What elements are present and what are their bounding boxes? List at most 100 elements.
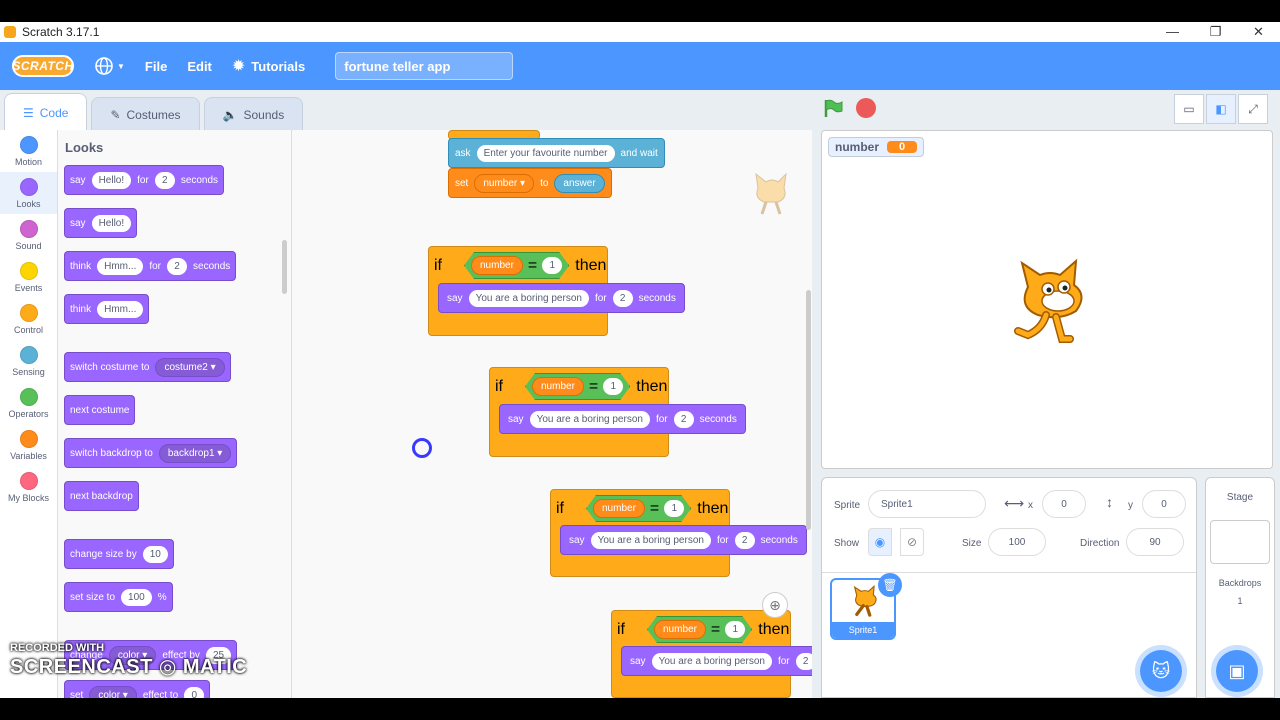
block-number-input[interactable]: 2 xyxy=(167,257,188,275)
language-menu[interactable]: ▼ xyxy=(94,56,125,76)
x-position-input[interactable]: 0 xyxy=(1042,490,1086,518)
set-size-block[interactable]: set size to 100 % xyxy=(64,582,173,612)
block-number-input[interactable]: 2 xyxy=(612,289,633,307)
tab-sounds[interactable]: 🔈 Sounds xyxy=(203,97,304,131)
effect-dropdown[interactable]: color ▾ xyxy=(89,685,137,698)
category-control[interactable]: Control xyxy=(0,298,57,340)
block-number-input[interactable]: 1 xyxy=(725,621,745,638)
costume-dropdown[interactable]: costume2 ▾ xyxy=(155,357,225,377)
block-text-input[interactable]: Hmm... xyxy=(97,257,144,275)
operators-dot-icon xyxy=(19,387,38,406)
show-sprite-button[interactable]: ◉ xyxy=(868,528,892,556)
set-variable-block[interactable]: set number ▾ to answer xyxy=(448,168,612,198)
ask-prompt-input[interactable]: Enter your favourite number xyxy=(476,144,615,162)
fullscreen-button[interactable]: ⤢ xyxy=(1238,94,1268,124)
block-text: and wait xyxy=(620,147,658,159)
equals-operator[interactable]: number = 1 xyxy=(464,252,569,279)
block-text-input[interactable]: You are a boring person xyxy=(468,289,589,307)
stage-canvas[interactable]: number 0 xyxy=(821,130,1273,469)
close-button[interactable]: ✕ xyxy=(1237,24,1280,40)
change-size-block[interactable]: change size by 10 xyxy=(64,539,174,569)
block-number-input[interactable]: 1 xyxy=(603,378,623,395)
block-number-input[interactable]: 2 xyxy=(673,410,694,428)
block-number-input[interactable]: 100 xyxy=(121,588,152,606)
switch-costume-block[interactable]: switch costume to costume2 ▾ xyxy=(64,352,231,382)
stop-button[interactable] xyxy=(856,98,876,118)
y-position-input[interactable]: 0 xyxy=(1142,490,1186,518)
block-text-input[interactable]: Hello! xyxy=(91,214,132,232)
hide-sprite-button[interactable]: ⊘ xyxy=(900,528,924,556)
say-for-seconds-block[interactable]: say You are a boring person for 2 xyxy=(621,646,812,676)
block-text-input[interactable]: You are a boring person xyxy=(529,410,650,428)
stage-thumbnail[interactable] xyxy=(1210,520,1270,564)
next-backdrop-block[interactable]: next backdrop xyxy=(64,481,139,511)
set-effect-block[interactable]: set color ▾ effect to 0 xyxy=(64,680,211,698)
ask-and-wait-block[interactable]: ask Enter your favourite number and wait xyxy=(448,138,665,168)
category-sound[interactable]: Sound xyxy=(0,214,57,256)
category-variables[interactable]: Variables xyxy=(0,424,57,466)
scratch-cat-sprite-icon[interactable] xyxy=(998,249,1098,349)
category-motion[interactable]: Motion xyxy=(0,130,57,172)
delete-sprite-button[interactable]: 🗑 xyxy=(878,573,902,597)
next-costume-block[interactable]: next costume xyxy=(64,395,136,425)
equals-operator[interactable]: number = 1 xyxy=(586,495,691,522)
category-events[interactable]: Events xyxy=(0,256,57,298)
block-number-input[interactable]: 0 xyxy=(184,686,205,698)
maximize-button[interactable]: ❐ xyxy=(1194,24,1237,40)
say-for-seconds-block[interactable]: say You are a boring person for 2 second… xyxy=(438,283,685,313)
say-block[interactable]: say Hello! xyxy=(64,208,138,238)
direction-input[interactable]: 90 xyxy=(1126,528,1184,556)
scratch-logo[interactable]: SCRATCH xyxy=(12,55,74,77)
switch-backdrop-block[interactable]: switch backdrop to backdrop1 ▾ xyxy=(64,438,238,468)
block-text-input[interactable]: You are a boring person xyxy=(651,652,772,670)
think-block[interactable]: think Hmm... xyxy=(64,294,150,324)
block-text-input[interactable]: You are a boring person xyxy=(590,531,711,549)
code-workspace[interactable]: ask Enter your favourite number and wait… xyxy=(292,130,812,698)
category-sensing[interactable]: Sensing xyxy=(0,340,57,382)
zoom-in-button[interactable]: ⊕ xyxy=(762,592,788,618)
number-variable-reporter[interactable]: number xyxy=(654,620,706,639)
block-text-input[interactable]: Hmm... xyxy=(97,300,144,318)
block-text: change size by xyxy=(70,548,137,560)
tab-code[interactable]: ☰ Code xyxy=(4,93,88,131)
number-variable-reporter[interactable]: number xyxy=(593,499,645,518)
say-for-seconds-block[interactable]: say Hello! for 2 seconds xyxy=(64,165,225,195)
block-number-input[interactable]: 10 xyxy=(142,545,168,563)
variable-monitor[interactable]: number 0 xyxy=(828,137,925,157)
backdrop-dropdown[interactable]: backdrop1 ▾ xyxy=(158,443,232,463)
think-for-seconds-block[interactable]: think Hmm... for 2 seconds xyxy=(64,251,237,281)
edit-menu[interactable]: Edit xyxy=(187,59,212,74)
category-operators[interactable]: Operators xyxy=(0,382,57,424)
block-number-input[interactable]: 2 xyxy=(734,531,755,549)
number-variable-reporter[interactable]: number xyxy=(532,377,584,396)
block-number-input[interactable]: 1 xyxy=(542,257,562,274)
category-my-blocks[interactable]: My Blocks xyxy=(0,466,57,508)
block-number-input[interactable]: 2 xyxy=(154,171,175,189)
answer-reporter[interactable]: answer xyxy=(554,173,605,193)
say-for-seconds-block[interactable]: say You are a boring person for 2 second… xyxy=(499,404,746,434)
tutorials-menu[interactable]: ✹ Tutorials xyxy=(232,56,305,76)
small-stage-button[interactable]: ▭ xyxy=(1174,94,1204,124)
say-for-seconds-block[interactable]: say You are a boring person for 2 second… xyxy=(560,525,807,555)
size-input[interactable]: 100 xyxy=(988,528,1046,556)
tab-costumes[interactable]: ✎ Costumes xyxy=(91,97,200,131)
project-title-input[interactable]: fortune teller app xyxy=(335,52,514,80)
palette-scrollbar[interactable] xyxy=(282,240,287,294)
add-sprite-button[interactable]: 🐱 xyxy=(1140,650,1182,692)
variable-dropdown[interactable]: number ▾ xyxy=(474,173,535,193)
sprite-name-input[interactable]: Sprite1 xyxy=(868,490,986,518)
code-vertical-scrollbar[interactable] xyxy=(806,290,811,530)
block-text-input[interactable]: Hello! xyxy=(91,171,132,189)
large-stage-button[interactable]: ◧ xyxy=(1206,94,1236,124)
add-backdrop-button[interactable]: ▣ xyxy=(1216,650,1258,692)
category-looks[interactable]: Looks xyxy=(0,172,57,214)
equals-operator[interactable]: number = 1 xyxy=(525,373,630,400)
file-menu[interactable]: File xyxy=(145,59,167,74)
stage-selector-pane[interactable]: Stage Backdrops 1 ▣ xyxy=(1205,477,1275,698)
minimize-button[interactable]: — xyxy=(1151,24,1194,40)
block-number-input[interactable]: 1 xyxy=(664,500,684,517)
number-variable-reporter[interactable]: number xyxy=(471,256,523,275)
block-number-input[interactable]: 2 xyxy=(795,652,812,670)
equals-operator[interactable]: number = 1 xyxy=(647,616,752,643)
green-flag-button[interactable] xyxy=(822,97,844,119)
